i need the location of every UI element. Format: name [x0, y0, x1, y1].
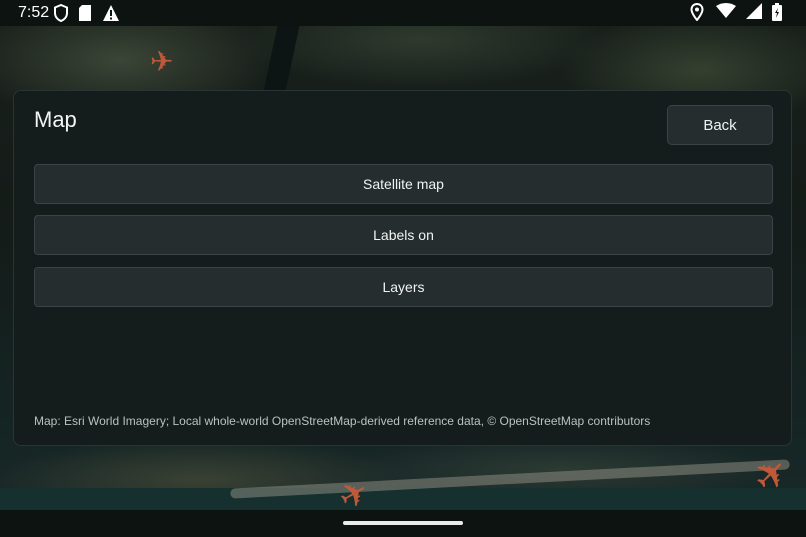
- satellite-map-button[interactable]: Satellite map: [34, 164, 773, 204]
- battery-icon: [772, 3, 784, 21]
- aircraft-marker-icon[interactable]: ✈: [150, 48, 173, 76]
- layers-button[interactable]: Layers: [34, 267, 773, 307]
- navigation-bar: [0, 510, 806, 537]
- sd-card-icon: [78, 4, 94, 22]
- location-icon: [690, 2, 706, 22]
- home-gesture-handle[interactable]: [343, 521, 463, 525]
- map-options-panel: Map Back Satellite map Labels on Layers …: [13, 90, 792, 446]
- status-time: 7:52: [18, 4, 50, 21]
- warning-icon: [102, 4, 120, 22]
- shield-icon: [54, 3, 70, 23]
- page-title: Map: [34, 107, 77, 132]
- labels-toggle-button[interactable]: Labels on: [34, 215, 773, 255]
- status-bar: 7:52: [0, 0, 806, 26]
- back-button[interactable]: Back: [667, 105, 773, 145]
- map-water: [0, 488, 806, 510]
- signal-icon: [746, 3, 762, 21]
- wifi-icon: [716, 3, 736, 21]
- map-attribution: Map: Esri World Imagery; Local whole-wor…: [34, 414, 651, 428]
